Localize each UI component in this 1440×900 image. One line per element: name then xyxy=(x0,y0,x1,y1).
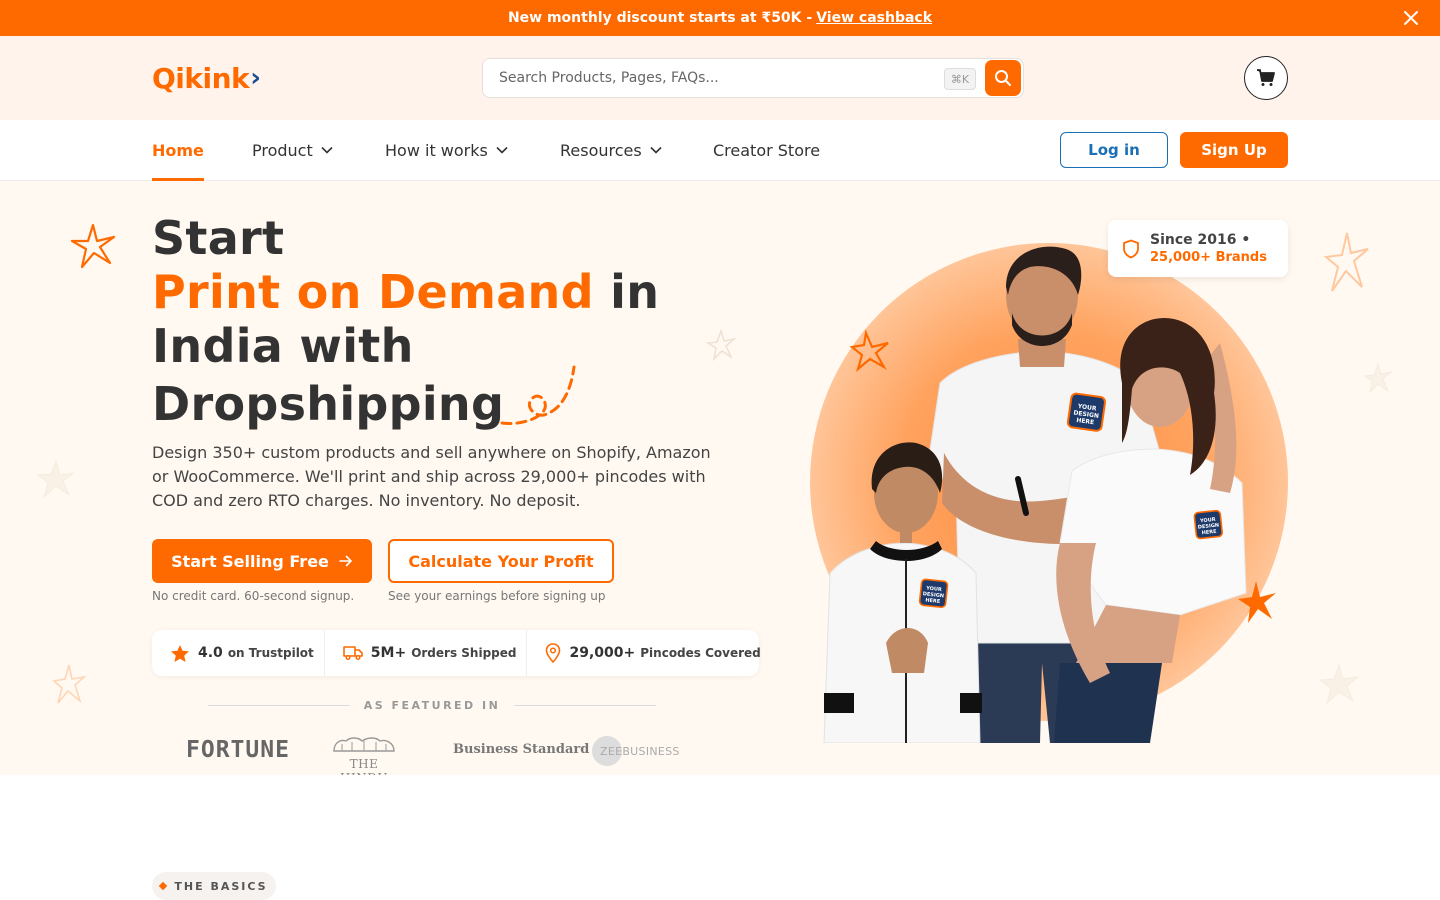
nav-resources-label: Resources xyxy=(560,140,642,160)
headline-line-1: Start xyxy=(152,211,285,265)
search-input[interactable] xyxy=(483,70,923,86)
hero-description: Design 350+ custom products and sell any… xyxy=(152,443,711,510)
featured-in-divider: AS FEATURED IN xyxy=(208,699,657,712)
close-icon[interactable] xyxy=(1402,9,1420,27)
sparkle-icon xyxy=(36,459,75,499)
logo-text: Qikink xyxy=(152,61,250,95)
sparkle-icon xyxy=(70,223,116,269)
headline-highlight: Print on Demand xyxy=(152,265,594,319)
nav-creator-store-label: Creator Store xyxy=(713,140,821,160)
hindu-emblem-icon xyxy=(333,737,395,752)
start-selling-label: Start Selling Free xyxy=(171,551,329,571)
login-button[interactable]: Log in xyxy=(1060,132,1168,168)
logo-chevron-icon: › xyxy=(250,63,261,93)
truck-icon xyxy=(342,646,363,661)
stats-bar: 4.0 on Trustpilot 5M+ Orders Shipped 29,… xyxy=(152,630,761,676)
press-zee-text: ZEEBUSINESS xyxy=(600,744,680,758)
search-button[interactable] xyxy=(985,60,1021,96)
qikink-logo[interactable]: Qikink › xyxy=(152,61,261,95)
stat-trustpilot: 4.0 on Trustpilot xyxy=(152,630,324,676)
press-hindu-text: THE HINDU xyxy=(340,757,387,775)
view-cashback-link[interactable]: View cashback xyxy=(816,10,932,26)
chevron-down-icon xyxy=(496,146,508,154)
sparkle-icon xyxy=(1323,232,1369,292)
stat-value: 29,000+ xyxy=(569,645,636,661)
search-icon xyxy=(995,70,1011,86)
sparkle-icon xyxy=(705,328,737,362)
nav-creator-store[interactable]: Creator Store xyxy=(713,120,820,180)
since-2016-badge: Since 2016 • 25,000+ Brands xyxy=(1108,220,1288,277)
section-eyebrow-text: THE BASICS xyxy=(174,879,268,893)
calculate-profit-subtext: See your earnings before signing up xyxy=(388,589,606,603)
hero-section: Start Print on Demand in India with Drop… xyxy=(0,181,1440,775)
nav-resources[interactable]: Resources xyxy=(560,120,662,180)
announcement-text: New monthly discount starts at ₹50K - xyxy=(507,10,813,26)
headline-in: in xyxy=(610,265,660,319)
announcement-bar: New monthly discount starts at ₹50K - Vi… xyxy=(0,0,1440,36)
stat-value: 4.0 xyxy=(198,645,223,661)
nav-how-it-works[interactable]: How it works xyxy=(385,120,508,180)
start-selling-subtext: No credit card. 60-second signup. xyxy=(152,589,355,603)
nav-how-it-works-label: How it works xyxy=(385,140,488,160)
keyboard-shortcut-badge: ⌘K xyxy=(944,68,976,90)
signup-button[interactable]: Sign Up xyxy=(1180,132,1288,168)
diamond-icon xyxy=(159,881,168,891)
headline-line-3: India with xyxy=(152,319,414,373)
hero-photo: YOUR DESIGN HERE YOUR DESIGN HERE YOUR D… xyxy=(810,243,1288,743)
nav-product-label: Product xyxy=(252,140,313,160)
shield-icon xyxy=(1123,239,1139,258)
main-nav: Home Product How it works Resources Crea… xyxy=(0,120,1440,181)
arrow-right-icon xyxy=(339,555,353,567)
press-logo-business-standard: Business Standard xyxy=(453,742,590,757)
start-selling-button[interactable]: Start Selling Free xyxy=(152,539,372,583)
stat-label: on Trustpilot xyxy=(227,646,314,660)
press-logo-the-hindu: THE HINDU xyxy=(328,735,400,775)
stat-label: Orders Shipped xyxy=(411,646,517,660)
sparkle-icon xyxy=(52,664,87,704)
location-pin-icon xyxy=(546,643,561,663)
nav-product[interactable]: Product xyxy=(252,120,333,180)
stat-pincodes: 29,000+ Pincodes Covered xyxy=(526,630,770,676)
nav-home-label: Home xyxy=(152,141,204,160)
badge-brands-text: 25,000+ Brands xyxy=(1150,249,1267,265)
sparkle-icon xyxy=(1318,663,1360,705)
sparkle-icon xyxy=(1363,362,1393,394)
stat-label: Pincodes Covered xyxy=(640,646,761,660)
featured-in-label: AS FEATURED IN xyxy=(363,699,501,712)
stat-value: 5M+ xyxy=(370,645,407,661)
cart-button[interactable] xyxy=(1244,56,1288,100)
squiggle-decoration-icon xyxy=(500,365,576,425)
chevron-down-icon xyxy=(650,146,662,154)
badge-since-text: Since 2016 • xyxy=(1150,231,1251,248)
hero-headline: Start Print on Demand in India with Drop… xyxy=(152,211,659,431)
star-icon xyxy=(171,644,189,662)
section-eyebrow-badge: THE BASICS xyxy=(152,872,276,900)
site-header: Qikink› ⌘K xyxy=(0,36,1440,120)
chevron-down-icon xyxy=(321,146,333,154)
stat-orders: 5M+ Orders Shipped xyxy=(323,630,527,676)
calculate-profit-button[interactable]: Calculate Your Profit xyxy=(388,539,614,583)
headline-line-4: Dropshipping xyxy=(152,377,505,431)
cart-icon xyxy=(1257,69,1275,86)
nav-home[interactable]: Home xyxy=(152,120,204,181)
press-logo-fortune: FORTUNE xyxy=(186,737,290,763)
press-logo-zee-business: ZEEBUSINESS xyxy=(592,735,680,767)
search-bar: ⌘K xyxy=(482,58,1024,98)
